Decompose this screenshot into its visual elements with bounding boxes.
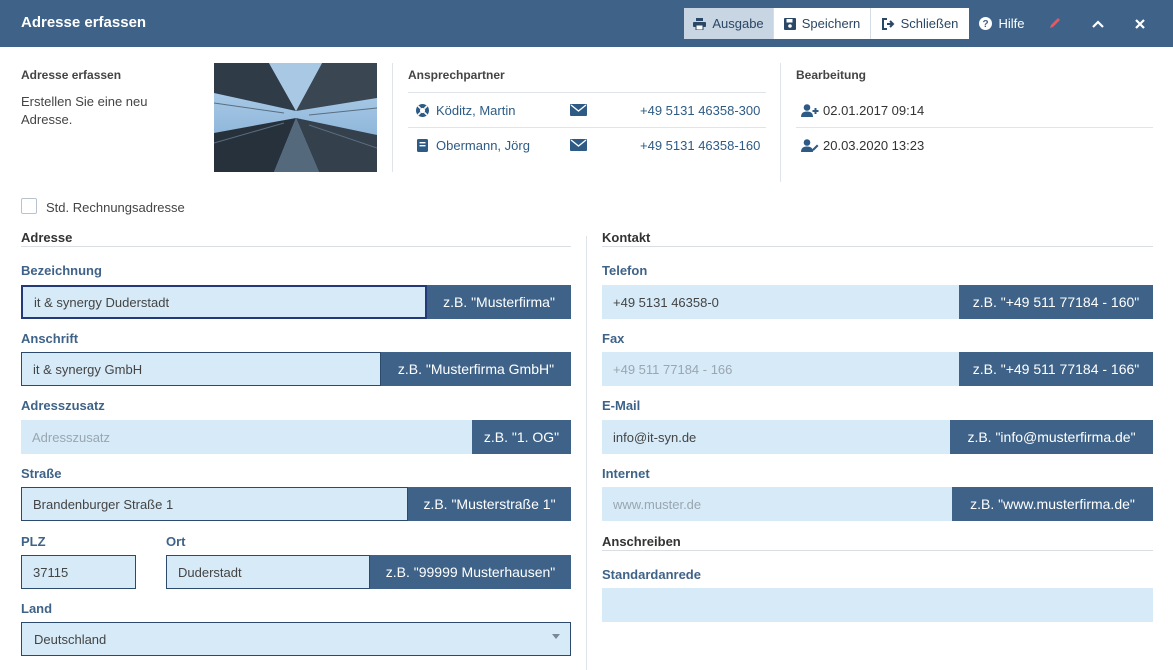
caret-down-icon <box>552 634 560 639</box>
adresszusatz-label: Adresszusatz <box>21 398 105 413</box>
save-icon <box>783 17 796 30</box>
telefon-label: Telefon <box>602 263 648 278</box>
ansprechpartner-title: Ansprechpartner <box>408 68 505 82</box>
info-description: Erstellen Sie eine neu Adresse. <box>21 94 148 127</box>
land-label: Land <box>21 601 53 616</box>
ort-label: Ort <box>166 534 186 549</box>
schliessen-button[interactable]: Schließen <box>871 8 969 39</box>
lifebuoy-icon <box>408 103 436 117</box>
building-photo <box>214 63 377 172</box>
info-title: Adresse erfassen <box>21 68 122 82</box>
anschrift-hint: z.B. "Musterfirma GmbH" <box>381 352 571 386</box>
plz-label: PLZ <box>21 534 46 549</box>
contact-row: Obermann, Jörg +49 5131 46358-160 <box>408 128 766 162</box>
envelope-icon[interactable] <box>570 139 640 151</box>
contact-phone[interactable]: +49 5131 46358-160 <box>640 138 760 153</box>
envelope-icon[interactable] <box>570 104 640 116</box>
user-edit-icon <box>796 138 823 152</box>
email-hint: z.B. "info@musterfirma.de" <box>950 420 1153 454</box>
pencil-icon <box>1048 17 1061 30</box>
plz-input[interactable]: 37115 <box>21 555 136 589</box>
speichern-button[interactable]: Speichern <box>774 8 871 39</box>
internet-hint: z.B. "www.musterfirma.de" <box>952 487 1153 521</box>
contact-name[interactable]: Köditz, Martin <box>436 103 570 118</box>
email-input[interactable]: info@it-syn.de <box>602 420 950 454</box>
bearbeitung-title: Bearbeitung <box>796 68 867 82</box>
edited-date: 20.03.2020 13:23 <box>823 137 925 153</box>
land-select[interactable]: Deutschland <box>21 622 571 656</box>
collapse-button[interactable] <box>1085 8 1111 39</box>
created-row: 02.01.2017 09:14 <box>796 93 1153 127</box>
ausgabe-label: Ausgabe <box>712 16 764 31</box>
internet-label: Internet <box>602 466 650 481</box>
created-date: 02.01.2017 09:14 <box>823 102 925 118</box>
divider <box>602 246 1153 247</box>
close-icon <box>1135 18 1145 29</box>
ort-input[interactable]: Duderstadt <box>166 555 370 589</box>
fax-input[interactable]: +49 511 77184 - 166 <box>602 352 959 386</box>
ausgabe-button[interactable]: Ausgabe <box>684 8 774 39</box>
strasse-hint: z.B. "Musterstraße 1" <box>408 487 571 521</box>
telefon-hint: z.B. "+49 511 77184 - 160" <box>959 285 1153 319</box>
contact-name[interactable]: Obermann, Jörg <box>436 138 570 153</box>
standardanrede-label: Standardanrede <box>602 567 701 582</box>
edited-row: 20.03.2020 13:23 <box>796 128 1153 162</box>
bezeichnung-hint: z.B. "Musterfirma" <box>427 285 571 319</box>
std-rechnungsadresse-label: Std. Rechnungsadresse <box>46 200 185 215</box>
chevron-up-icon <box>1092 19 1104 28</box>
edit-button[interactable] <box>1040 8 1068 39</box>
anschrift-input[interactable]: it & synergy GmbH <box>21 352 381 386</box>
divider <box>780 63 781 182</box>
land-value: Deutschland <box>34 631 107 647</box>
close-button[interactable] <box>1127 8 1153 39</box>
adresszusatz-input[interactable]: Adresszusatz <box>21 420 472 454</box>
email-label: E-Mail <box>602 398 641 413</box>
divider <box>602 550 1153 551</box>
hilfe-button[interactable]: ? Hilfe <box>976 8 1028 39</box>
printer-icon <box>693 17 707 30</box>
window-title: Adresse erfassen <box>21 14 147 31</box>
bezeichnung-input[interactable]: it & synergy Duderstadt <box>21 285 427 319</box>
kontakt-heading: Kontakt <box>602 230 651 245</box>
divider <box>392 63 393 172</box>
anschrift-label: Anschrift <box>21 331 79 346</box>
question-circle-icon: ? <box>979 17 993 30</box>
strasse-input[interactable]: Brandenburger Straße 1 <box>21 487 408 521</box>
book-icon <box>408 138 436 152</box>
adresse-heading: Adresse <box>21 230 73 245</box>
divider <box>586 236 587 670</box>
ort-hint: z.B. "99999 Musterhausen" <box>370 555 571 589</box>
divider <box>21 246 571 247</box>
schliessen-label: Schließen <box>900 16 959 31</box>
strasse-label: Straße <box>21 466 62 481</box>
svg-text:?: ? <box>983 19 989 30</box>
user-plus-icon <box>796 103 823 117</box>
sign-out-icon <box>881 17 895 30</box>
bezeichnung-label: Bezeichnung <box>21 263 102 278</box>
telefon-input[interactable]: +49 5131 46358-0 <box>602 285 959 319</box>
contact-phone[interactable]: +49 5131 46358-300 <box>640 103 760 118</box>
standardanrede-input[interactable] <box>602 588 1153 622</box>
fax-label: Fax <box>602 331 625 346</box>
internet-input[interactable]: www.muster.de <box>602 487 952 521</box>
fax-hint: z.B. "+49 511 77184 - 166" <box>959 352 1153 386</box>
contact-row: Köditz, Martin +49 5131 46358-300 <box>408 93 766 127</box>
anschreiben-heading: Anschreiben <box>602 534 681 549</box>
speichern-label: Speichern <box>801 16 861 31</box>
adresszusatz-hint: z.B. "1. OG" <box>472 420 571 454</box>
std-rechnungsadresse-checkbox[interactable] <box>21 198 37 214</box>
window-header: Adresse erfassen Ausgabe Speichern Schli… <box>0 0 1173 47</box>
hilfe-label: Hilfe <box>998 16 1025 31</box>
